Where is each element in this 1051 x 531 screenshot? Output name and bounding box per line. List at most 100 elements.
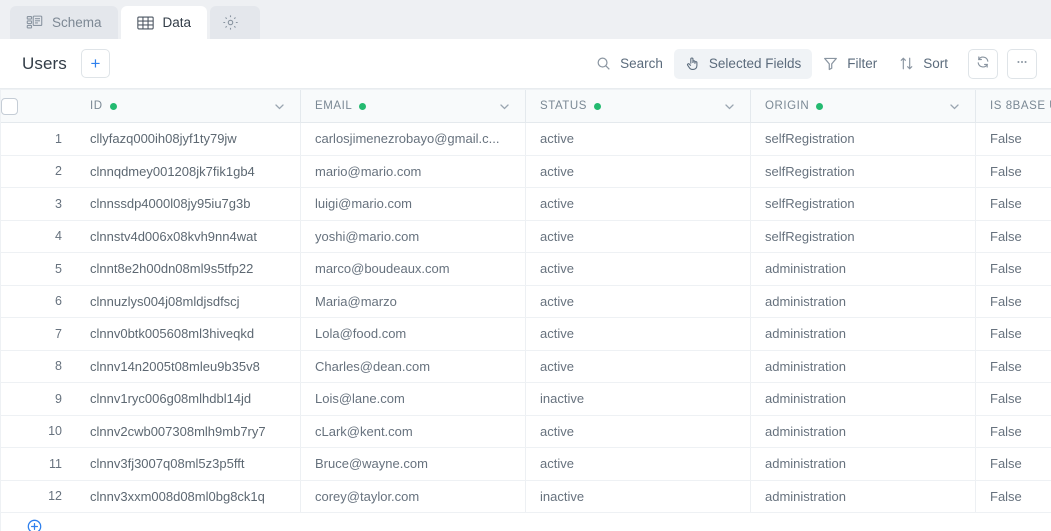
- table-row[interactable]: 11clnnv3fj3007q08ml5z3p5fftBruce@wayne.c…: [1, 448, 1051, 481]
- cell-origin[interactable]: selfRegistration: [751, 123, 976, 155]
- column-header-id[interactable]: ID: [76, 90, 301, 122]
- plus-circle-icon[interactable]: [27, 519, 42, 531]
- cell-id[interactable]: clnnssdp4000l08jy95iu7g3b: [76, 188, 301, 220]
- cell-origin[interactable]: selfRegistration: [751, 188, 976, 220]
- row-select-cell[interactable]: [1, 351, 26, 383]
- cell-id[interactable]: cllyfazq000ih08jyf1ty79jw: [76, 123, 301, 155]
- cell-origin[interactable]: administration: [751, 481, 976, 513]
- cell-email[interactable]: marco@boudeaux.com: [301, 253, 526, 285]
- cell-id[interactable]: clnnv14n2005t08mleu9b35v8: [76, 351, 301, 383]
- cell-is8base[interactable]: False: [976, 416, 1051, 448]
- cell-status[interactable]: active: [526, 221, 751, 253]
- cell-origin[interactable]: administration: [751, 448, 976, 480]
- cell-status[interactable]: active: [526, 351, 751, 383]
- cell-origin[interactable]: selfRegistration: [751, 156, 976, 188]
- row-select-cell[interactable]: [1, 123, 26, 155]
- cell-origin[interactable]: selfRegistration: [751, 221, 976, 253]
- column-header-email[interactable]: EMAIL: [301, 90, 526, 122]
- cell-status[interactable]: active: [526, 156, 751, 188]
- cell-is8base[interactable]: False: [976, 448, 1051, 480]
- cell-email[interactable]: corey@taylor.com: [301, 481, 526, 513]
- selected-fields-button[interactable]: Selected Fields: [674, 49, 812, 79]
- cell-status[interactable]: active: [526, 188, 751, 220]
- cell-is8base[interactable]: False: [976, 351, 1051, 383]
- cell-is8base[interactable]: False: [976, 286, 1051, 318]
- cell-email[interactable]: Lola@food.com: [301, 318, 526, 350]
- cell-is8base[interactable]: False: [976, 318, 1051, 350]
- cell-email[interactable]: carlosjimenezrobayo@gmail.c...: [301, 123, 526, 155]
- cell-is8base[interactable]: False: [976, 253, 1051, 285]
- tab-schema[interactable]: Schema: [10, 6, 118, 39]
- cell-is8base[interactable]: False: [976, 481, 1051, 513]
- row-select-cell[interactable]: [1, 221, 26, 253]
- cell-status[interactable]: active: [526, 318, 751, 350]
- cell-id[interactable]: clnnstv4d006x08kvh9nn4wat: [76, 221, 301, 253]
- cell-is8base[interactable]: False: [976, 221, 1051, 253]
- column-header-origin[interactable]: ORIGIN: [751, 90, 976, 122]
- more-options-button[interactable]: [1007, 49, 1037, 79]
- cell-status[interactable]: active: [526, 253, 751, 285]
- table-row[interactable]: 8clnnv14n2005t08mleu9b35v8Charles@dean.c…: [1, 351, 1051, 384]
- table-row[interactable]: 6clnnuzlys004j08mldjsdfscjMaria@marzoact…: [1, 286, 1051, 319]
- cell-email[interactable]: mario@mario.com: [301, 156, 526, 188]
- add-table-button[interactable]: +: [81, 49, 110, 78]
- cell-id[interactable]: clnnqdmey001208jk7fik1gb4: [76, 156, 301, 188]
- table-row[interactable]: 7clnnv0btk005608ml3hiveqkdLola@food.coma…: [1, 318, 1051, 351]
- chevron-down-icon[interactable]: [498, 100, 511, 113]
- cell-id[interactable]: clnnv3xxm008d08ml0bg8ck1q: [76, 481, 301, 513]
- column-header-is8base[interactable]: IS 8BASE U: [976, 90, 1051, 122]
- table-row[interactable]: 9clnnv1ryc006g08mlhdbl14jdLois@lane.comi…: [1, 383, 1051, 416]
- cell-status[interactable]: active: [526, 123, 751, 155]
- chevron-down-icon[interactable]: [723, 100, 736, 113]
- select-all-checkbox[interactable]: [1, 98, 18, 115]
- cell-id[interactable]: clnnv1ryc006g08mlhdbl14jd: [76, 383, 301, 415]
- cell-id[interactable]: clnnt8e2h00dn08ml9s5tfp22: [76, 253, 301, 285]
- row-select-cell[interactable]: [1, 253, 26, 285]
- cell-is8base[interactable]: False: [976, 123, 1051, 155]
- cell-origin[interactable]: administration: [751, 351, 976, 383]
- table-row[interactable]: 3clnnssdp4000l08jy95iu7g3bluigi@mario.co…: [1, 188, 1051, 221]
- row-select-cell[interactable]: [1, 286, 26, 318]
- cell-id[interactable]: clnnv2cwb007308mlh9mb7ry7: [76, 416, 301, 448]
- table-row[interactable]: 4clnnstv4d006x08kvh9nn4watyoshi@mario.co…: [1, 221, 1051, 254]
- cell-status[interactable]: active: [526, 286, 751, 318]
- column-header-status[interactable]: STATUS: [526, 90, 751, 122]
- cell-email[interactable]: cLark@kent.com: [301, 416, 526, 448]
- sort-button[interactable]: Sort: [888, 49, 959, 79]
- row-select-cell[interactable]: [1, 156, 26, 188]
- cell-status[interactable]: inactive: [526, 383, 751, 415]
- cell-email[interactable]: Maria@marzo: [301, 286, 526, 318]
- cell-is8base[interactable]: False: [976, 188, 1051, 220]
- cell-status[interactable]: inactive: [526, 481, 751, 513]
- cell-email[interactable]: yoshi@mario.com: [301, 221, 526, 253]
- table-row[interactable]: 5clnnt8e2h00dn08ml9s5tfp22marco@boudeaux…: [1, 253, 1051, 286]
- table-row[interactable]: 12clnnv3xxm008d08ml0bg8ck1qcorey@taylor.…: [1, 481, 1051, 514]
- chevron-down-icon[interactable]: [273, 100, 286, 113]
- row-select-cell[interactable]: [1, 448, 26, 480]
- refresh-button[interactable]: [968, 49, 998, 79]
- tab-settings[interactable]: [210, 6, 260, 39]
- cell-origin[interactable]: administration: [751, 286, 976, 318]
- cell-id[interactable]: clnnuzlys004j08mldjsdfscj: [76, 286, 301, 318]
- cell-email[interactable]: Charles@dean.com: [301, 351, 526, 383]
- cell-status[interactable]: active: [526, 448, 751, 480]
- cell-is8base[interactable]: False: [976, 156, 1051, 188]
- chevron-down-icon[interactable]: [948, 100, 961, 113]
- cell-id[interactable]: clnnv0btk005608ml3hiveqkd: [76, 318, 301, 350]
- tab-data[interactable]: Data: [121, 6, 208, 39]
- cell-id[interactable]: clnnv3fj3007q08ml5z3p5fft: [76, 448, 301, 480]
- cell-origin[interactable]: administration: [751, 416, 976, 448]
- row-select-cell[interactable]: [1, 188, 26, 220]
- table-row[interactable]: 10clnnv2cwb007308mlh9mb7ry7cLark@kent.co…: [1, 416, 1051, 449]
- add-row[interactable]: [1, 513, 1051, 531]
- row-select-cell[interactable]: [1, 416, 26, 448]
- cell-email[interactable]: Lois@lane.com: [301, 383, 526, 415]
- cell-origin[interactable]: administration: [751, 318, 976, 350]
- table-row[interactable]: 1cllyfazq000ih08jyf1ty79jwcarlosjimenezr…: [1, 123, 1051, 156]
- cell-status[interactable]: active: [526, 416, 751, 448]
- table-row[interactable]: 2clnnqdmey001208jk7fik1gb4mario@mario.co…: [1, 156, 1051, 189]
- cell-email[interactable]: Bruce@wayne.com: [301, 448, 526, 480]
- search-button[interactable]: Search: [585, 49, 674, 79]
- cell-email[interactable]: luigi@mario.com: [301, 188, 526, 220]
- filter-button[interactable]: Filter: [812, 49, 888, 79]
